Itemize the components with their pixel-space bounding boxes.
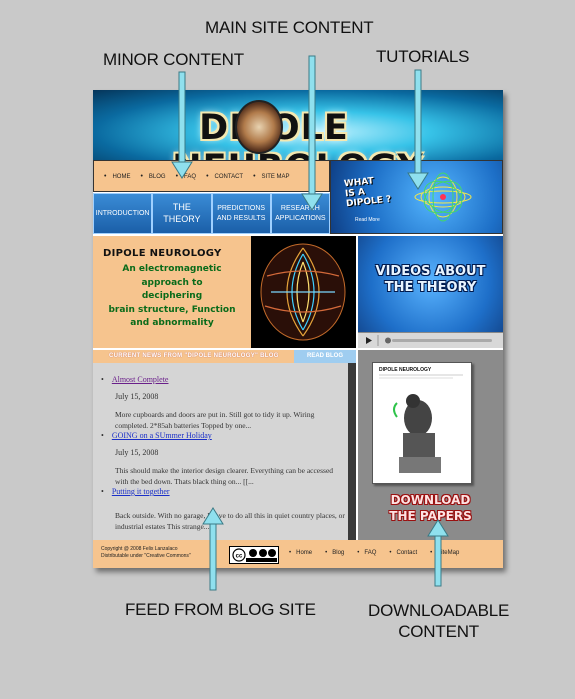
site-banner: DIPOLENEUROLOGY [93, 90, 503, 188]
download-papers-title: DOWNLOAD THE PAPERS [389, 493, 472, 523]
blog-post-excerpt: This should make the interior design cle… [115, 466, 334, 486]
blog-post-date: July 15, 2008 [115, 448, 159, 457]
blog-post-date: July 15, 2008 [115, 392, 159, 401]
blog-post: GOING on a SUmmer Holiday July 15, 2008 … [101, 431, 346, 487]
thinker-statue-icon [399, 394, 441, 473]
annotation-tutorials: TUTORIALS [376, 47, 470, 66]
news-bar-title: CURRENT NEWS FROM "DIPOLE NEUROLOGY" BLO… [109, 353, 279, 359]
website-mockup: DIPOLENEUROLOGY HOME BLOG FAQ CONTACT SI… [93, 90, 503, 568]
play-icon [366, 337, 372, 344]
tab-introduction[interactable]: INTRODUCTION [93, 193, 153, 234]
blog-post-excerpt: Back outside. With no garage, I have to … [115, 511, 345, 531]
footer-copyright: Copyright @ 2008 Felix Lanzalaco Distribu… [101, 546, 191, 559]
top-nav-faq[interactable]: FAQ [176, 173, 196, 180]
tab-predictions-and-results[interactable]: PREDICTIONS AND RESULTS [211, 193, 271, 234]
creative-commons-badge-icon[interactable]: cc [229, 546, 279, 564]
seek-knob-icon [385, 337, 391, 344]
main-tabs: INTRODUCTION THE THEORY PREDICTIONS AND … [93, 193, 330, 234]
video-player-controls[interactable] [358, 332, 503, 348]
brain-field-image [251, 236, 356, 348]
footer-nav-sitemap[interactable]: SiteMap [430, 550, 459, 556]
blog-post-title[interactable]: Putting it together [101, 487, 346, 496]
top-nav-contact[interactable]: CONTACT [206, 173, 244, 180]
annotation-downloadable-content: DOWNLOADABLE CONTENT [368, 600, 509, 642]
brain-logo-icon [235, 100, 283, 154]
annotation-downloadable-line2: CONTENT [398, 622, 479, 641]
videos-about-theory[interactable]: VIDEOS ABOUT THE THEORY [358, 236, 503, 348]
blog-post: Putting it together Back outside. With n… [101, 487, 346, 532]
intro-panel: DIPOLE NEUROLOGY An electromagnetic appr… [93, 236, 251, 348]
footer-nav-blog[interactable]: Blog [325, 550, 344, 556]
annotation-feed-from-blog: FEED FROM BLOG SITE [125, 600, 316, 619]
annotation-minor-content: MINOR CONTENT [103, 50, 244, 69]
footer-nav-contact[interactable]: Contact [389, 550, 417, 556]
read-more-link[interactable]: Read More [355, 217, 380, 223]
blog-post: Almost Complete July 15, 2008 More cupbo… [101, 375, 346, 431]
annotation-downloadable-line1: DOWNLOADABLE [368, 601, 510, 620]
blog-post-title[interactable]: GOING on a SUmmer Holiday [101, 431, 346, 440]
blog-feed: Almost Complete July 15, 2008 More cupbo… [93, 363, 348, 540]
tab-the-theory[interactable]: THE THEORY [152, 193, 212, 234]
intro-heading: DIPOLE NEUROLOGY [103, 248, 222, 259]
paper-thumbnail: DIPOLE NEUROLOGY [372, 362, 472, 484]
what-is-a-dipole-tutorial[interactable]: WHAT IS A DIPOLE ? Read More [330, 160, 503, 234]
videos-title: VIDEOS ABOUT THE THEORY [375, 264, 486, 295]
site-footer: Copyright @ 2008 Felix Lanzalaco Distribu… [93, 540, 503, 568]
news-bar: CURRENT NEWS FROM "DIPOLE NEUROLOGY" BLO… [93, 350, 356, 363]
top-nav-blog[interactable]: BLOG [140, 173, 166, 180]
top-nav-home[interactable]: HOME [104, 173, 130, 180]
dipole-field-icon [414, 172, 472, 222]
top-nav: HOME BLOG FAQ CONTACT SITE MAP [93, 160, 330, 192]
footer-nav-faq[interactable]: FAQ [357, 550, 376, 556]
top-nav-site-map[interactable]: SITE MAP [253, 173, 290, 180]
download-papers-panel[interactable]: DIPOLE NEUROLOGY DOWNLOAD THE PAPERS [358, 350, 503, 540]
footer-nav-home[interactable]: Home [289, 550, 312, 556]
blog-post-excerpt: More cupboards and doors are put in. Sti… [115, 410, 315, 430]
svg-text:cc: cc [236, 554, 243, 560]
blog-post-title[interactable]: Almost Complete [101, 375, 346, 384]
blog-scrollbar[interactable] [348, 363, 356, 540]
read-blog-link[interactable]: READ BLOG [294, 350, 356, 363]
footer-nav: Home Blog FAQ Contact SiteMap [289, 550, 459, 556]
tab-research-applications[interactable]: RESEARCH APPLICATIONS [270, 193, 330, 234]
annotation-main-site-content: MAIN SITE CONTENT [205, 18, 374, 37]
intro-description: An electromagnetic approach to decipheri… [108, 264, 236, 328]
